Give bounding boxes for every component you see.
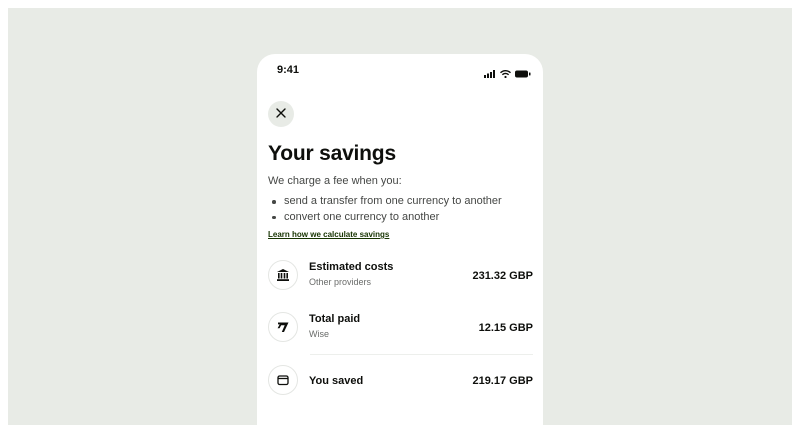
bullet-item: send a transfer from one currency to ano…: [268, 194, 502, 210]
close-button[interactable]: [268, 101, 294, 127]
status-icons: [484, 65, 531, 83]
learn-savings-link[interactable]: Learn how we calculate savings: [268, 230, 389, 239]
you-saved-row: You saved 219.17 GBP: [268, 363, 533, 399]
row-amount: 219.17 GBP: [472, 375, 533, 387]
wallet-icon: [268, 365, 298, 395]
row-subtitle: Other providers: [309, 277, 372, 287]
close-icon: [276, 105, 286, 123]
phone-screen: 9:41 Your savings We charge a fee when y…: [257, 54, 543, 425]
page-background: 9:41 Your savings We charge a fee when y…: [8, 8, 792, 425]
status-time: 9:41: [277, 64, 300, 76]
fee-bullet-list: send a transfer from one currency to ano…: [268, 194, 502, 225]
estimated-costs-row: Estimated costs Other providers 231.32 G…: [268, 258, 533, 294]
intro-text: We charge a fee when you:: [268, 175, 402, 187]
divider: [310, 354, 533, 355]
row-subtitle: Wise: [309, 329, 329, 339]
battery-icon: [515, 65, 531, 83]
bank-icon: [268, 260, 298, 290]
status-bar: 9:41: [257, 54, 543, 84]
wifi-icon: [500, 65, 511, 83]
total-paid-row: Total paid Wise 12.15 GBP: [268, 310, 533, 346]
row-title: Estimated costs: [309, 261, 394, 273]
signal-icon: [484, 65, 496, 83]
row-title: You saved: [309, 375, 364, 387]
row-amount: 12.15 GBP: [478, 322, 533, 334]
page-title: Your savings: [268, 142, 396, 165]
row-amount: 231.32 GBP: [472, 270, 533, 282]
bullet-item: convert one currency to another: [268, 210, 502, 226]
wise-logo-icon: [268, 312, 298, 342]
row-title: Total paid: [309, 313, 361, 325]
